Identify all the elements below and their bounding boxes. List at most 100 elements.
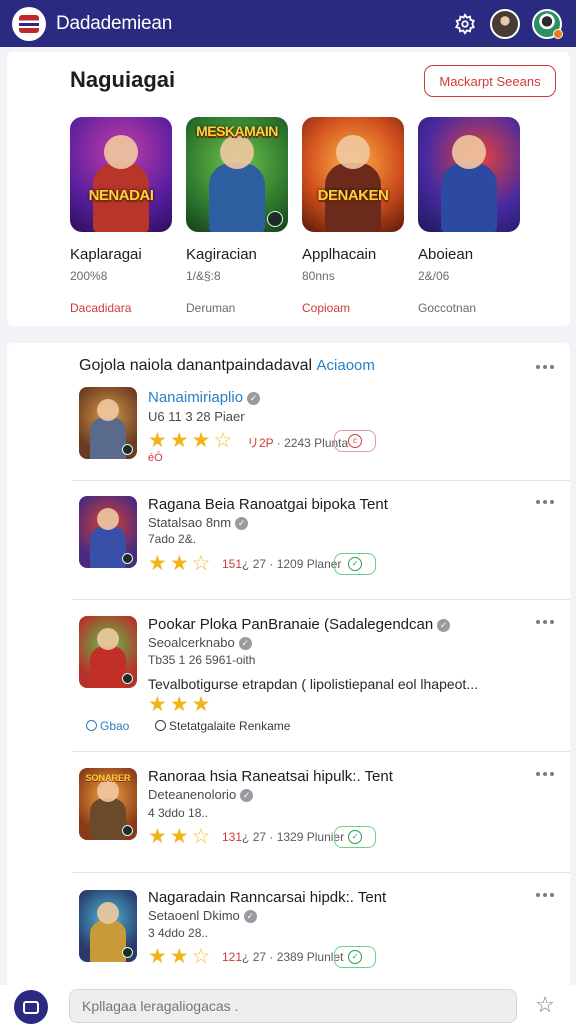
featured-card[interactable]: MESKAMAIN Kagiracian 1/&§:8 Deruman (186, 117, 288, 315)
thumbnail-title: DENAKEN (317, 187, 389, 204)
item-title[interactable]: Nanaimiriaplio ✓ (148, 389, 261, 406)
featured-card[interactable]: NENADAI Kaplaragai 200%8 Dacadidara (70, 117, 172, 315)
star-icon: ★ (148, 945, 167, 968)
card-meta: 80nns (302, 269, 335, 283)
featured-card[interactable]: Aboiean 2&/06 Goccotnan (418, 117, 520, 315)
gear-icon[interactable] (452, 11, 478, 37)
star-icon: ★ (148, 552, 167, 575)
rating-stars: ★ ★ ☆ (148, 553, 210, 574)
item-extra: éŌ (148, 452, 163, 464)
status-pill[interactable]: ✓ (334, 826, 376, 848)
rating-stars: ★ ★ ★ (148, 694, 210, 715)
item-meta: 3 4ddo 28.. (148, 926, 209, 940)
rating-text: 131¿ 27 · 1329 Plunier (222, 830, 345, 844)
card-tag[interactable]: Copioam (302, 301, 404, 315)
divider (72, 480, 570, 481)
card-name: Aboiean (418, 246, 474, 263)
compose-icon[interactable] (14, 990, 48, 1024)
star-outline-icon: ☆ (213, 429, 233, 452)
item-title[interactable]: Nagaradain Ranncarsai hipdk:. Tent (148, 889, 386, 906)
option-chip[interactable]: Stetatgalaite Renkame (155, 719, 290, 733)
item-subtitle: Seoalcerknabo ✓ (148, 635, 252, 650)
item-meta: 7ado 2&. (148, 532, 197, 546)
featured-cards: NENADAI Kaplaragai 200%8 Dacadidara MESK… (70, 117, 520, 315)
status-pill[interactable]: c (334, 430, 376, 452)
star-icon: ★ (169, 429, 189, 452)
rating-stars: ★ ★ ★ ☆ (148, 430, 232, 451)
verified-icon: ✓ (235, 517, 249, 530)
top-bar-actions (452, 8, 563, 39)
card-tag[interactable]: Goccotnan (418, 301, 520, 315)
item-title[interactable]: Pookar Ploka PanBranaie (Sadalegendcan ✓ (148, 616, 451, 633)
user-avatar[interactable] (490, 8, 520, 39)
item-meta: Tb35 1 26 5961-oith (148, 653, 256, 667)
more-dots-icon[interactable] (536, 365, 556, 371)
verified-icon: ✓ (247, 392, 261, 405)
card-thumbnail[interactable]: DENAKEN (302, 117, 404, 232)
app-icon[interactable] (79, 616, 137, 688)
icon-label: SONARER (85, 773, 131, 783)
rating-stars: ★ ★ ☆ (148, 946, 210, 967)
more-dots-icon[interactable] (536, 893, 556, 899)
check-icon: ✓ (348, 830, 362, 844)
rating-text: 151¿ 27 · 1209 Planer (222, 557, 342, 571)
item-title[interactable]: Ranoraa hsia Raneatsai hipulk:. Tent (148, 768, 393, 785)
star-icon: ★ (169, 825, 189, 848)
search-input[interactable] (69, 989, 517, 1023)
item-title[interactable]: Ragana Beia Ranoatgai bipoka Tent (148, 496, 388, 513)
rating-text: リ2P · 2243 Plunta (247, 436, 349, 450)
featured-see-all-button[interactable]: Mackarpt Seeans (424, 65, 556, 97)
divider (72, 872, 570, 873)
verified-icon: ✓ (243, 910, 257, 923)
app-icon[interactable] (79, 496, 137, 568)
book-logo-icon[interactable] (12, 6, 46, 41)
thumbnail-title: MESKAMAIN (196, 123, 278, 139)
check-icon: ✓ (348, 950, 362, 964)
circle-icon (86, 720, 97, 731)
list-header: Gojola naiola danantpaindadaval Aciaoom (79, 357, 375, 375)
item-description: Tevalbotigurse etrapdan ( lipolistiepana… (148, 676, 478, 692)
status-pill[interactable]: ✓ (334, 946, 376, 968)
star-outline-icon: ☆ (191, 945, 211, 968)
card-meta: 1/&§:8 (186, 269, 221, 283)
status-chip[interactable]: Gbao (86, 719, 129, 733)
card-meta: 2&/06 (418, 269, 450, 283)
more-dots-icon[interactable] (536, 500, 556, 506)
item-subtitle: U6 11 3 28 Piaer (148, 409, 245, 424)
list-header-link[interactable]: Aciaoom (317, 357, 375, 374)
star-icon: ★ (169, 945, 189, 968)
star-icon: ★ (169, 693, 189, 716)
card-thumbnail[interactable] (418, 117, 520, 232)
badge-icon (267, 211, 283, 227)
more-dots-icon[interactable] (536, 620, 556, 626)
profile-avatar[interactable] (532, 8, 563, 39)
card-tag[interactable]: Dacadidara (70, 301, 172, 315)
divider (72, 751, 570, 752)
item-subtitle: Statalsao 8nm ✓ (148, 515, 249, 530)
card-name: Kaplaragai (70, 246, 142, 263)
star-icon: ★ (148, 825, 167, 848)
app-icon[interactable] (79, 890, 137, 962)
status-pill[interactable]: ✓ (334, 553, 376, 575)
rating-text: 121¿ 27 · 2389 Plunlet (222, 950, 344, 964)
card-thumbnail[interactable]: MESKAMAIN (186, 117, 288, 232)
check-icon: ✓ (348, 557, 362, 571)
radio-icon (155, 720, 166, 731)
refresh-icon: c (348, 434, 362, 448)
card-tag[interactable]: Deruman (186, 301, 288, 315)
app-icon[interactable]: SONARER (79, 768, 137, 840)
card-meta: 200%8 (70, 269, 108, 283)
notification-dot (553, 28, 563, 39)
featured-card[interactable]: DENAKEN Applhacain 80nns Copioam (302, 117, 404, 315)
star-outline-icon: ☆ (191, 552, 211, 575)
star-outline-icon[interactable]: ☆ (533, 994, 557, 1018)
rating-stars: ★ ★ ☆ (148, 826, 210, 847)
app-icon[interactable] (79, 387, 137, 459)
card-name: Applhacain (302, 246, 377, 263)
star-icon: ★ (148, 693, 167, 716)
verified-icon: ✓ (238, 637, 252, 650)
app-title: Dadademiean (56, 12, 173, 34)
more-dots-icon[interactable] (536, 772, 556, 778)
card-name: Kagiracian (186, 246, 257, 263)
card-thumbnail[interactable]: NENADAI (70, 117, 172, 232)
